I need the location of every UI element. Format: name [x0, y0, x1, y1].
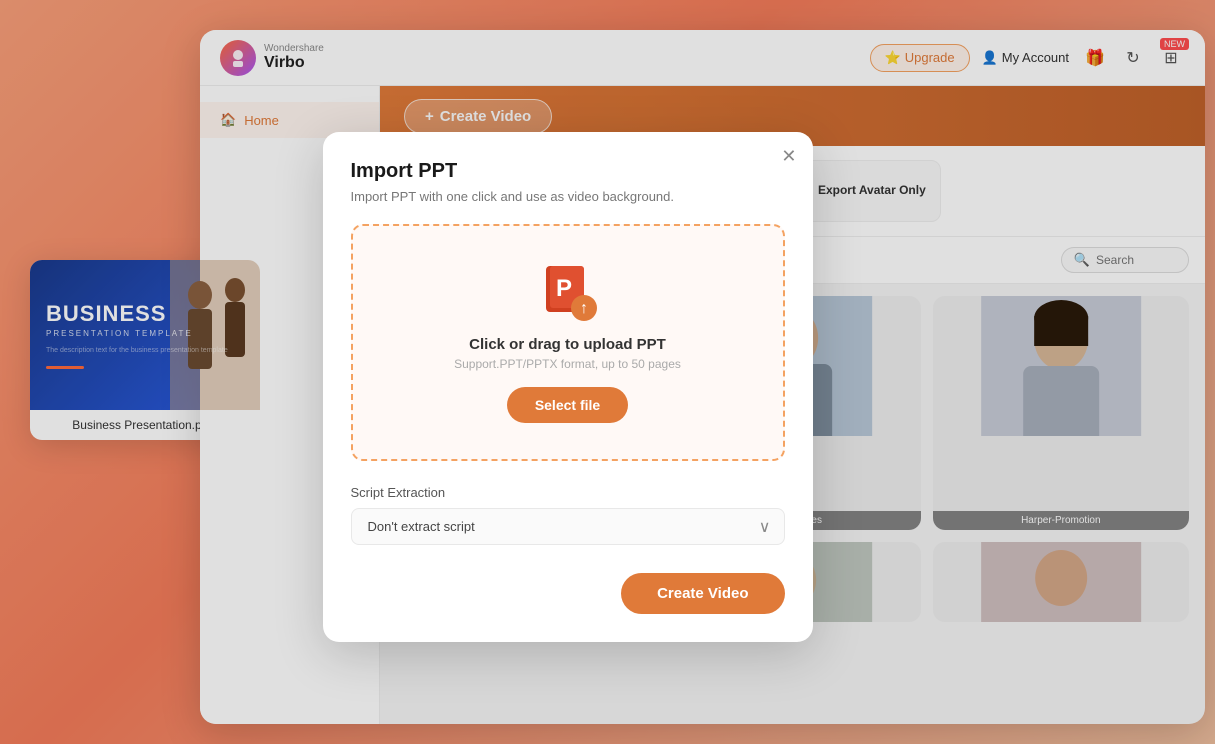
modal-title: Import PPT	[351, 160, 785, 183]
svg-text:↑: ↑	[580, 300, 588, 317]
modal-overlay: ✕ Import PPT Import PPT with one click a…	[0, 0, 1215, 744]
upload-hint-text: Support.PPT/PPTX format, up to 50 pages	[373, 357, 763, 371]
select-file-button[interactable]: Select file	[507, 387, 628, 423]
import-ppt-modal: ✕ Import PPT Import PPT with one click a…	[323, 132, 813, 642]
upload-main-text: Click or drag to upload PPT	[373, 336, 763, 353]
svg-text:P: P	[556, 275, 572, 302]
modal-subtitle: Import PPT with one click and use as vid…	[351, 189, 785, 204]
modal-close-button[interactable]: ✕	[781, 146, 796, 167]
upload-ppt-icon: P ↑	[538, 262, 598, 322]
script-dropdown[interactable]: Don't extract scriptExtract from slidesE…	[351, 508, 785, 545]
modal-footer: Create Video	[351, 573, 785, 614]
script-extraction-section: Script Extraction Don't extract scriptEx…	[351, 485, 785, 545]
upload-zone[interactable]: P ↑ Click or drag to upload PPT Support.…	[351, 224, 785, 461]
create-video-submit-button[interactable]: Create Video	[621, 573, 784, 614]
script-dropdown-wrapper: Don't extract scriptExtract from slidesE…	[351, 508, 785, 545]
script-label: Script Extraction	[351, 485, 785, 500]
